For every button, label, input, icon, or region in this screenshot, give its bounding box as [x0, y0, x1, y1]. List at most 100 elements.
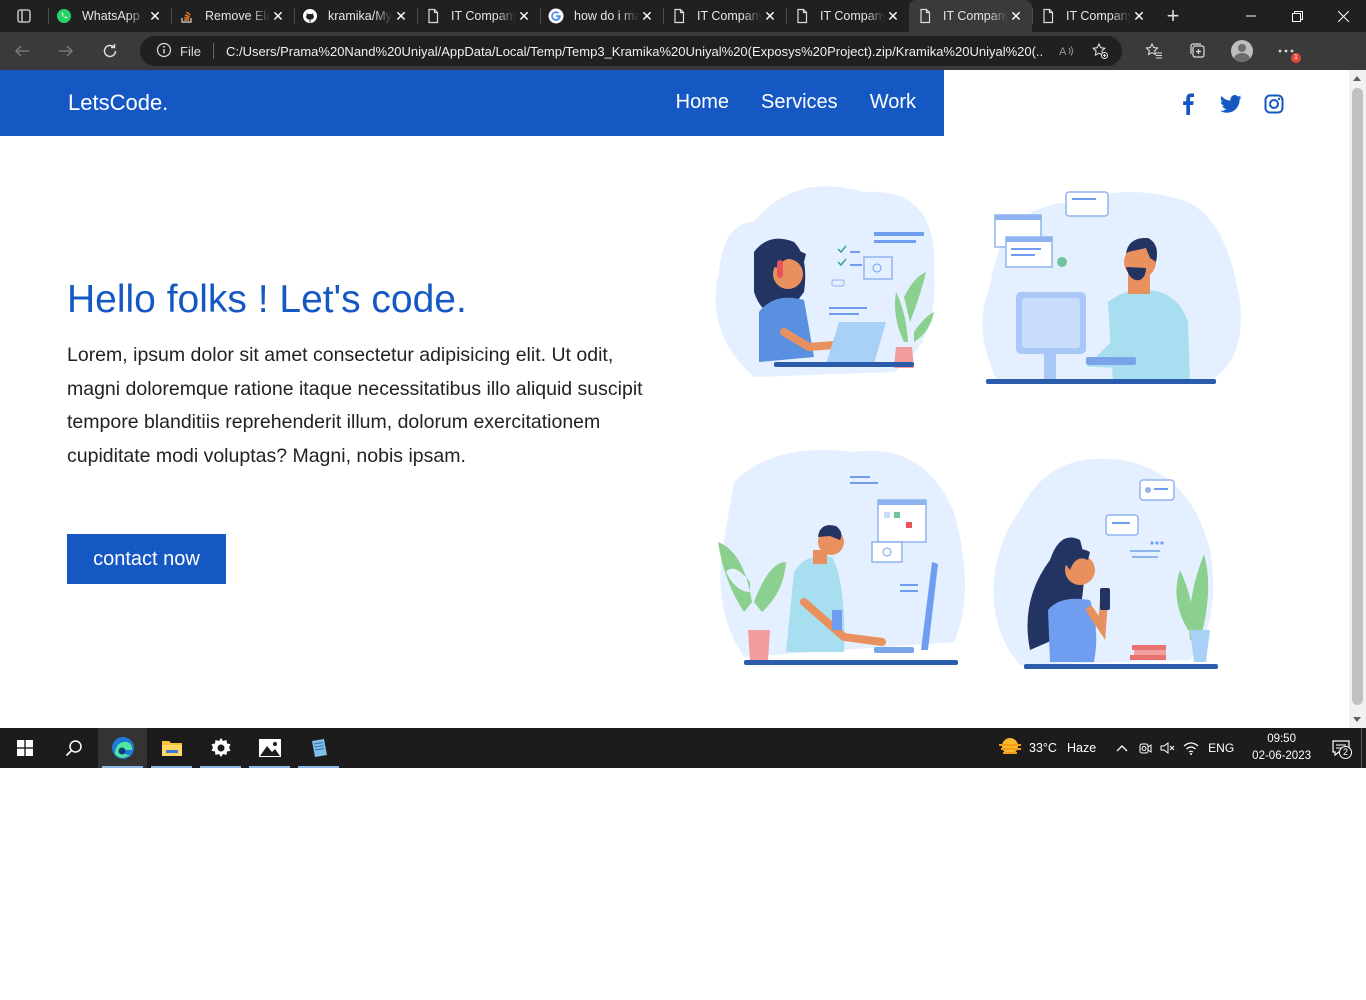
tab-title: IT Company [943, 9, 1008, 23]
page-viewport: LetsCode. Home Services Work Hello folks… [0, 70, 1349, 728]
language-indicator[interactable]: ENG [1208, 741, 1234, 755]
tab-actions-icon[interactable] [0, 0, 48, 32]
close-icon[interactable]: ✕ [270, 8, 286, 24]
chevron-up-icon[interactable] [1110, 728, 1133, 768]
page-icon [794, 8, 810, 24]
page-icon [1040, 8, 1056, 24]
wifi-icon[interactable] [1179, 728, 1202, 768]
file-explorer-icon[interactable] [147, 728, 196, 768]
collections-icon[interactable] [1176, 32, 1220, 70]
facebook-icon[interactable] [1176, 92, 1200, 116]
tab-it-company-3[interactable]: IT Company ✕ [786, 0, 909, 32]
close-icon[interactable]: ✕ [147, 8, 163, 24]
clock-time: 09:50 [1267, 733, 1296, 745]
page-scrollbar[interactable] [1349, 70, 1366, 728]
close-icon[interactable]: ✕ [1008, 8, 1024, 24]
refresh-icon[interactable] [88, 32, 132, 70]
google-icon [548, 8, 564, 24]
woman-headphones-illustration [715, 186, 935, 377]
contact-now-button[interactable]: contact now [67, 534, 226, 584]
notepad-icon[interactable] [294, 728, 343, 768]
scroll-thumb[interactable] [1352, 88, 1363, 705]
photos-icon[interactable] [245, 728, 294, 768]
edge-icon[interactable] [98, 728, 147, 768]
close-icon[interactable]: ✕ [639, 8, 655, 24]
woman-phone-illustration [993, 458, 1218, 669]
divider [212, 43, 214, 59]
notification-icon[interactable]: 2 [1321, 728, 1361, 768]
tab-title: IT Company [820, 9, 885, 23]
tab-title: IT Company [1066, 9, 1131, 23]
tab-title: IT Company [451, 9, 516, 23]
social-links [1176, 92, 1286, 116]
system-tray: 33°C Haze ENG 09:50 02-06-2023 2 [997, 728, 1366, 768]
scroll-down-icon[interactable] [1353, 717, 1361, 722]
close-window-icon[interactable] [1320, 0, 1366, 32]
man-monitor-illustration [718, 450, 965, 665]
nav-link-services[interactable]: Services [761, 91, 838, 114]
forward-icon[interactable] [44, 32, 88, 70]
haze-icon [997, 737, 1023, 760]
tab-title: how do i make [574, 9, 639, 23]
site-navbar: LetsCode. Home Services Work [0, 70, 944, 136]
twitter-icon[interactable] [1219, 92, 1243, 116]
instagram-icon[interactable] [1262, 92, 1286, 116]
close-icon[interactable]: ✕ [1131, 8, 1147, 24]
windows-taskbar: 33°C Haze ENG 09:50 02-06-2023 2 [0, 728, 1366, 768]
nav-link-home[interactable]: Home [676, 91, 729, 114]
add-favorite-icon[interactable] [1088, 39, 1112, 63]
read-aloud-icon[interactable]: A [1054, 39, 1078, 63]
scroll-up-icon[interactable] [1353, 76, 1361, 81]
close-icon[interactable]: ✕ [762, 8, 778, 24]
tab-it-company-active[interactable]: IT Company ✕ [909, 0, 1032, 32]
info-icon[interactable] [156, 42, 172, 61]
new-tab-button[interactable]: + [1155, 0, 1191, 32]
profile-avatar[interactable] [1220, 32, 1264, 70]
browser-toolbar: File C:/Users/Prama%20Nand%20Uniyal/AppD… [0, 32, 1366, 70]
back-icon[interactable] [0, 32, 44, 70]
volume-muted-icon[interactable] [1156, 728, 1179, 768]
tab-title: Remove Elements [205, 9, 270, 23]
stack-overflow-icon [179, 8, 195, 24]
window-controls [1228, 0, 1366, 32]
svg-text:A: A [1059, 46, 1067, 58]
address-bar[interactable]: File C:/Users/Prama%20Nand%20Uniyal/AppD… [140, 36, 1122, 66]
github-icon [302, 8, 318, 24]
menu-badge: 1 [1291, 53, 1301, 63]
restore-icon[interactable] [1274, 0, 1320, 32]
notification-count: 2 [1339, 746, 1352, 759]
screen: WhatsApp ✕ Remove Elements ✕ kramika/MyP… [0, 0, 1366, 1000]
weather-temp: 33°C [1029, 741, 1057, 755]
hero-title: Hello folks ! Let's code. [67, 278, 467, 321]
start-icon[interactable] [0, 728, 49, 768]
meet-now-icon[interactable] [1133, 728, 1156, 768]
url-text[interactable]: C:/Users/Prama%20Nand%20Uniyal/AppData/L… [226, 44, 1044, 59]
tab-it-company-1[interactable]: IT Company ✕ [417, 0, 540, 32]
tab-it-company-4[interactable]: IT Company ✕ [1032, 0, 1155, 32]
close-icon[interactable]: ✕ [393, 8, 409, 24]
close-icon[interactable]: ✕ [885, 8, 901, 24]
nav-link-work[interactable]: Work [870, 91, 916, 114]
favorites-icon[interactable] [1132, 32, 1176, 70]
settings-icon[interactable] [196, 728, 245, 768]
minimize-icon[interactable] [1228, 0, 1274, 32]
show-desktop-button[interactable] [1361, 728, 1366, 768]
tab-google-search[interactable]: how do i make ✕ [540, 0, 663, 32]
tab-github[interactable]: kramika/MyPortfolio ✕ [294, 0, 417, 32]
weather-widget[interactable]: 33°C Haze [997, 737, 1096, 760]
man-desktop-illustration [982, 191, 1241, 384]
scheme-label: File [180, 43, 201, 59]
clock-date: 02-06-2023 [1252, 750, 1311, 762]
site-brand[interactable]: LetsCode. [68, 90, 168, 116]
close-icon[interactable]: ✕ [516, 8, 532, 24]
nav-links: Home Services Work [676, 91, 916, 114]
whatsapp-icon [56, 8, 72, 24]
search-icon[interactable] [49, 728, 98, 768]
tab-whatsapp[interactable]: WhatsApp ✕ [48, 0, 171, 32]
page-icon [917, 8, 933, 24]
tab-it-company-2[interactable]: IT Company ✕ [663, 0, 786, 32]
more-menu-icon[interactable]: 1 [1264, 32, 1308, 70]
tab-remove-elements[interactable]: Remove Elements ✕ [171, 0, 294, 32]
clock[interactable]: 09:50 02-06-2023 [1252, 731, 1311, 765]
page-icon [425, 8, 441, 24]
